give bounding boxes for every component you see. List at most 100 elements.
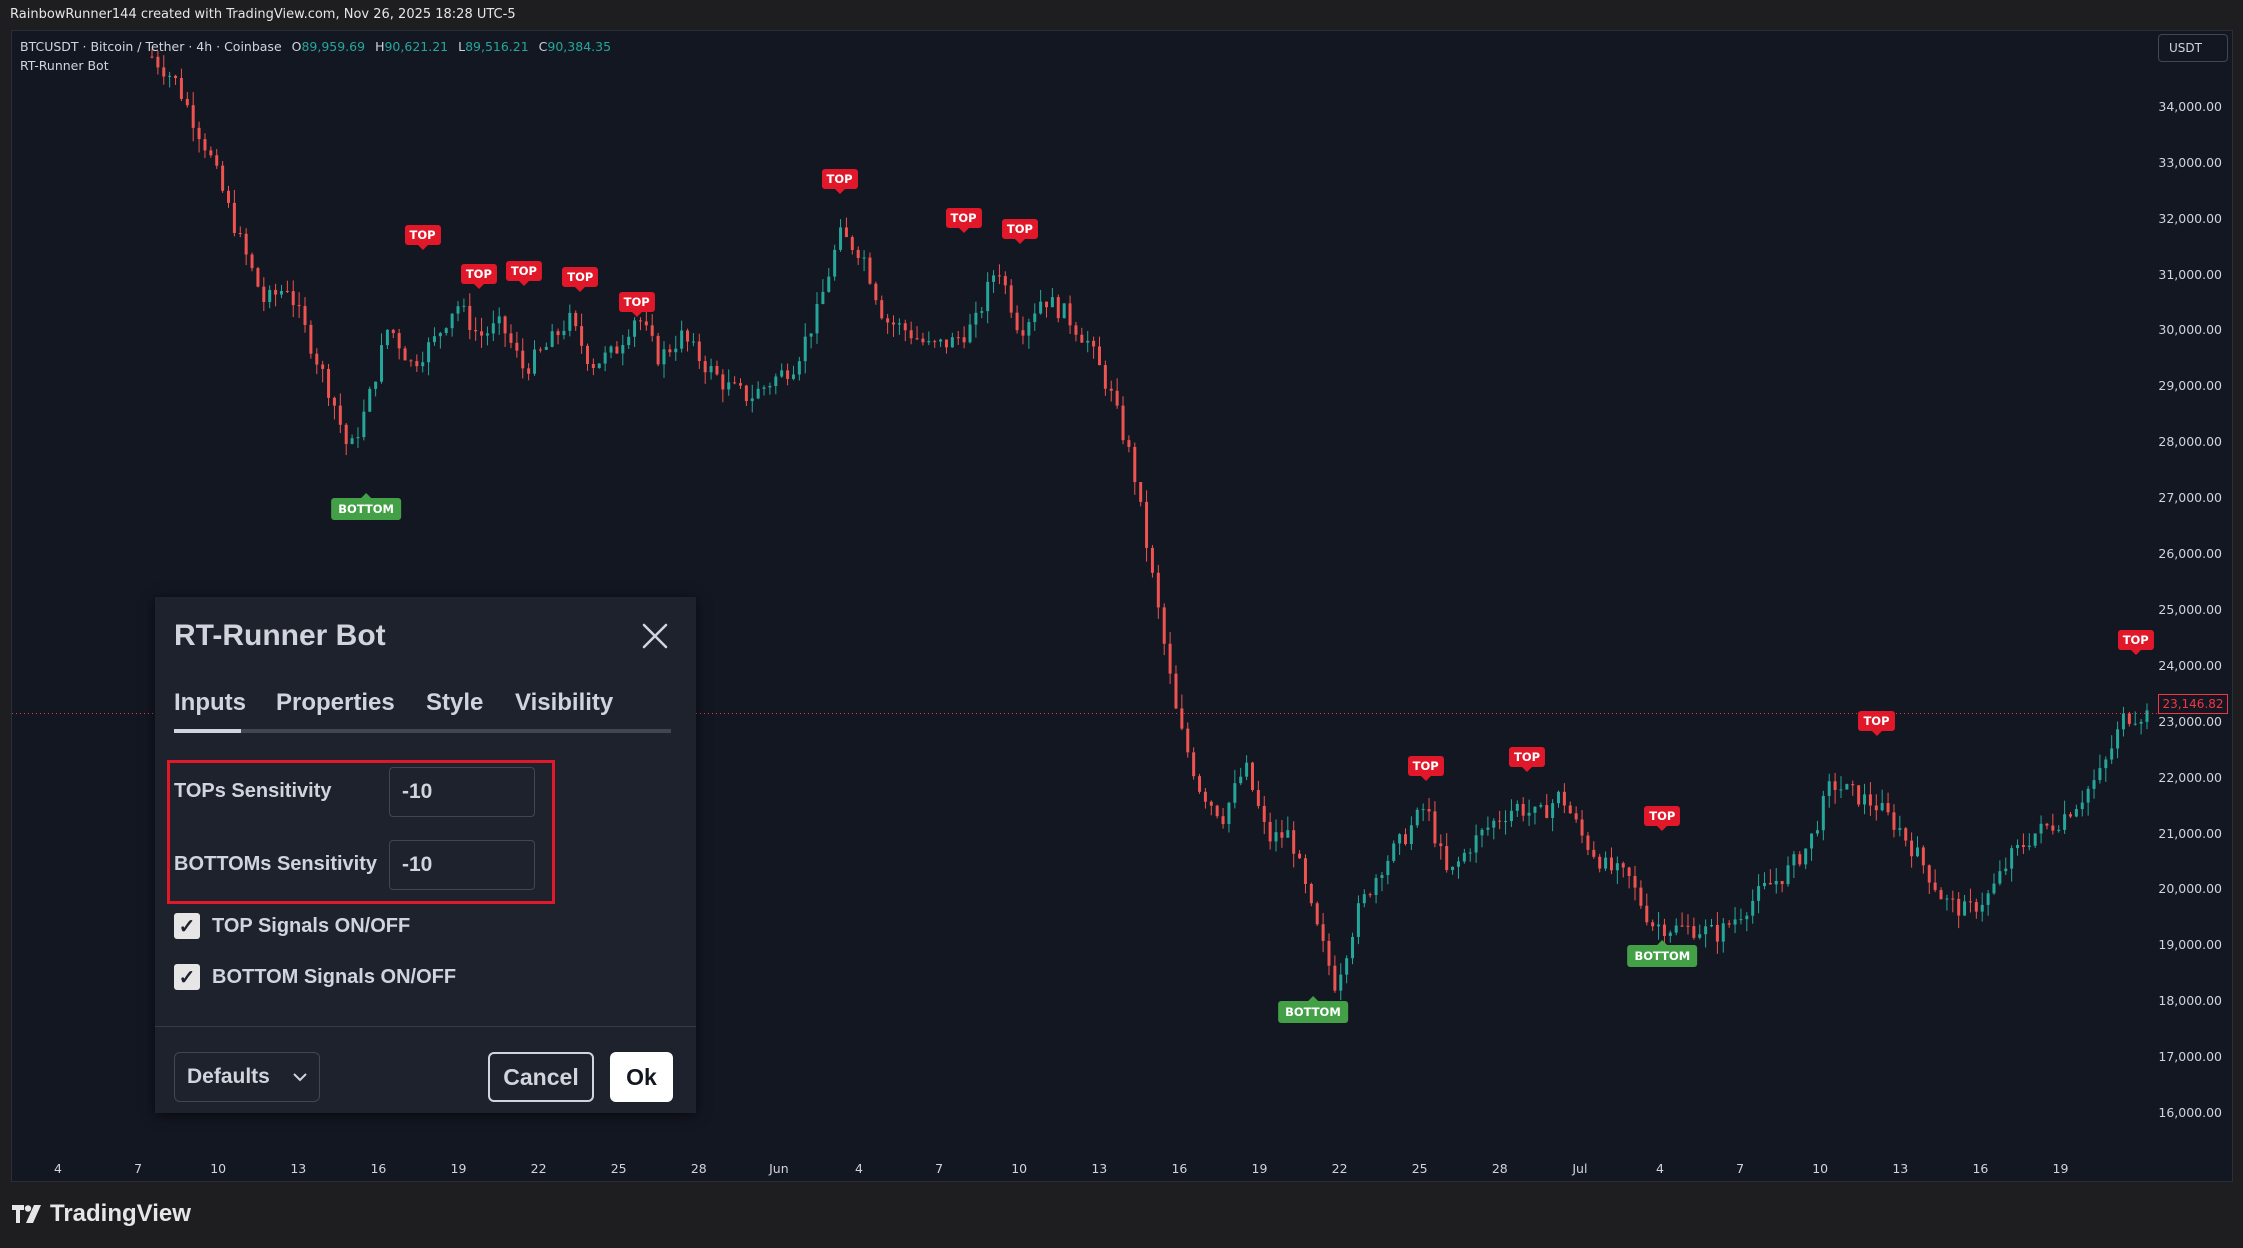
candle-body — [262, 286, 266, 303]
attribution-text: RainbowRunner144 created with TradingVie… — [10, 7, 516, 22]
candle-body — [644, 321, 648, 326]
candle-body — [2116, 729, 2120, 749]
price-tick: 17,000.00 — [2158, 1049, 2222, 1065]
symbol-title: BTCUSDT · Bitcoin / Tether · 4h · Coinba… — [20, 39, 282, 54]
candle-body — [1768, 882, 1772, 885]
price-tick: 23,000.00 — [2158, 713, 2222, 729]
candle-body — [185, 98, 189, 106]
candle-body — [509, 333, 513, 343]
cancel-button[interactable]: Cancel — [488, 1052, 594, 1102]
candle-body — [1127, 440, 1131, 447]
price-tick: 31,000.00 — [2158, 266, 2222, 282]
candle-body — [1910, 840, 1914, 857]
candle-body — [1039, 301, 1043, 314]
checkbox-checked-icon[interactable]: ✓ — [174, 964, 200, 990]
candle-body — [309, 324, 313, 354]
candle-body — [1427, 809, 1431, 812]
time-tick: 7 — [1736, 1161, 1745, 1176]
candle-body — [391, 329, 395, 334]
close-icon[interactable] — [642, 623, 668, 649]
candle-body — [2127, 713, 2131, 724]
candle-body — [2027, 845, 2031, 847]
candle-body — [1557, 791, 1561, 804]
top-signal-label: TOP — [1644, 805, 1681, 831]
candle-body — [733, 382, 737, 384]
candle-body — [2098, 768, 2102, 781]
candle-body — [427, 342, 431, 363]
candle-body — [597, 363, 601, 369]
candle-body — [703, 361, 707, 373]
candle-body — [1027, 322, 1031, 336]
bottoms-sensitivity-input[interactable]: -10 — [389, 840, 535, 890]
candle-body — [503, 316, 507, 334]
candle-body — [738, 383, 742, 386]
candle-body — [1133, 446, 1137, 483]
candle-body — [1774, 880, 1778, 885]
tab-properties[interactable]: Properties — [276, 689, 395, 717]
candle-body — [1262, 805, 1266, 822]
top-signals-toggle[interactable]: ✓ TOP Signals ON/OFF — [174, 913, 410, 939]
defaults-dropdown[interactable]: Defaults — [174, 1052, 320, 1102]
candle-body — [1698, 934, 1702, 938]
candle-body — [1286, 830, 1290, 838]
candle-body — [1303, 858, 1307, 884]
candle-body — [1915, 847, 1919, 857]
tab-inputs[interactable]: Inputs — [174, 689, 246, 717]
candle-body — [1615, 863, 1619, 871]
tradingview-logo[interactable]: TradingView — [12, 1200, 191, 1228]
candle-body — [2004, 868, 2008, 872]
candle-body — [227, 190, 231, 203]
price-tick: 18,000.00 — [2158, 993, 2222, 1009]
candle-body — [191, 105, 195, 128]
tops-sensitivity-input[interactable]: -10 — [389, 767, 535, 817]
candle-body — [238, 233, 242, 235]
indicator-legend[interactable]: RT-Runner Bot — [20, 58, 109, 73]
tab-bar — [174, 729, 671, 733]
candle-body — [2051, 825, 2055, 831]
candle-body — [809, 333, 813, 337]
candle-body — [2021, 845, 2025, 847]
candle-body — [662, 349, 666, 365]
checkbox-checked-icon[interactable]: ✓ — [174, 913, 200, 939]
candle-body — [680, 330, 684, 349]
candle-body — [1804, 848, 1808, 865]
candle-body — [1810, 833, 1814, 849]
candle-body — [1792, 854, 1796, 866]
price-tick: 25,000.00 — [2158, 601, 2222, 617]
candle-body — [1874, 805, 1878, 811]
time-tick: 13 — [290, 1161, 307, 1176]
time-tick: 19 — [450, 1161, 467, 1176]
brand-name: TradingView — [50, 1200, 191, 1227]
candle-body — [1380, 875, 1384, 879]
time-tick: 13 — [1091, 1161, 1108, 1176]
candle-body — [1086, 340, 1090, 343]
time-tick: 10 — [1812, 1161, 1829, 1176]
candle-body — [674, 348, 678, 353]
candle-body — [297, 305, 301, 307]
candle-body — [1439, 843, 1443, 847]
candle-body — [862, 257, 866, 259]
candle-body — [1621, 863, 1625, 868]
candle-body — [438, 332, 442, 337]
candle-body — [992, 275, 996, 282]
dialog-title: RT-Runner Bot — [174, 619, 386, 652]
tab-style[interactable]: Style — [426, 689, 483, 717]
candle-body — [1851, 784, 1855, 786]
candle-body — [1456, 861, 1460, 867]
candle-body — [1727, 923, 1731, 925]
bottom-signals-toggle[interactable]: ✓ BOTTOM Signals ON/OFF — [174, 964, 456, 990]
candle-body — [1521, 803, 1525, 816]
time-tick: 4 — [54, 1161, 62, 1176]
ok-button[interactable]: Ok — [610, 1052, 673, 1102]
price-tick: 26,000.00 — [2158, 546, 2222, 562]
currency-button[interactable]: USDT — [2158, 34, 2228, 62]
price-tick: 34,000.00 — [2158, 98, 2222, 114]
candle-body — [721, 374, 725, 390]
candle-body — [2068, 814, 2072, 817]
candle-body — [515, 342, 519, 351]
candle-body — [1474, 835, 1478, 853]
candle-body — [1068, 303, 1072, 326]
candle-body — [1374, 878, 1378, 896]
tab-visibility[interactable]: Visibility — [515, 689, 613, 717]
candle-body — [939, 339, 943, 342]
